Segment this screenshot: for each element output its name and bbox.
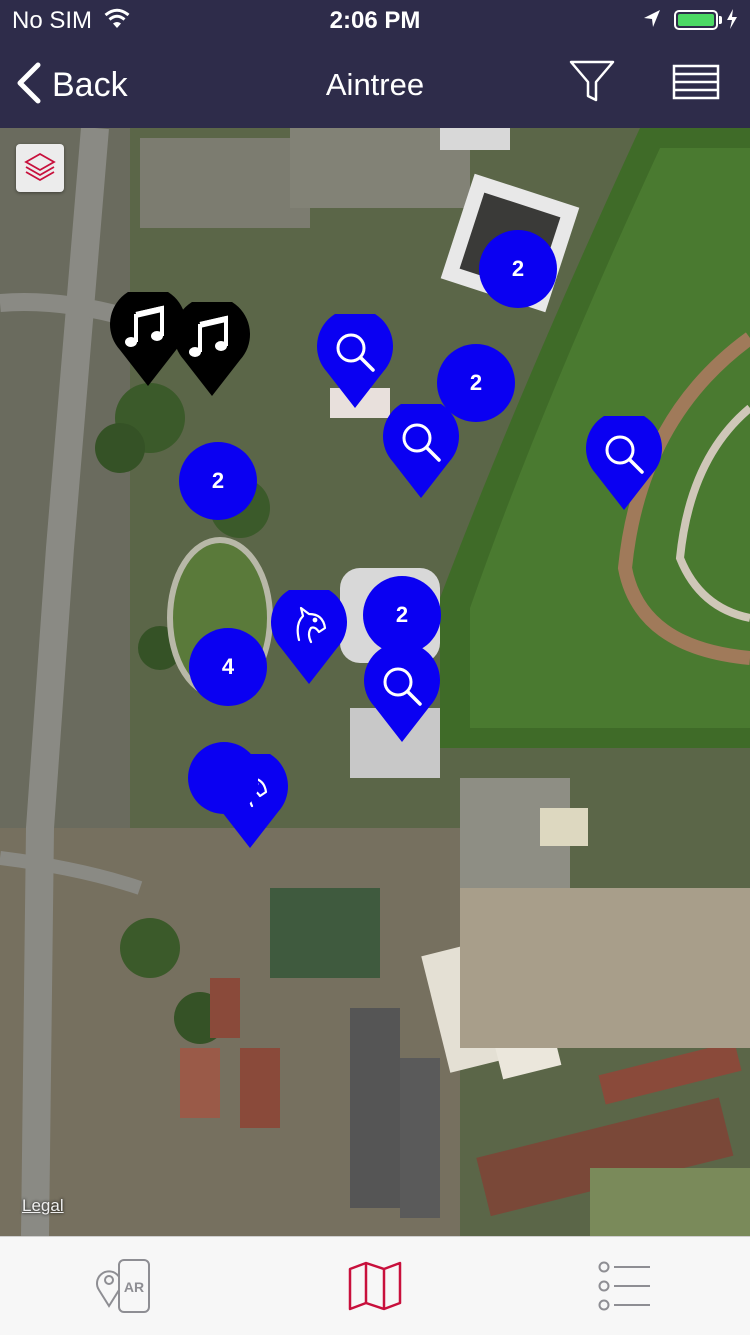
status-bar: No SIM 2:06 PM	[0, 0, 750, 40]
horse-marker-shadow[interactable]	[188, 740, 260, 820]
cluster-marker[interactable]: 2	[179, 442, 257, 520]
filter-button[interactable]	[568, 58, 616, 111]
map-icon	[348, 1261, 402, 1311]
filter-icon	[569, 60, 615, 102]
location-arrow-icon	[642, 8, 662, 37]
horse-marker[interactable]	[269, 584, 349, 690]
info-marker[interactable]	[315, 308, 395, 414]
tab-ar[interactable]: AR	[0, 1237, 250, 1335]
cluster-marker[interactable]: 4	[189, 628, 267, 706]
back-button[interactable]: Back	[14, 60, 128, 110]
layers-button[interactable]	[16, 144, 64, 192]
battery-tip	[719, 16, 722, 24]
navigation-bar: Back Aintree	[0, 40, 750, 128]
list-menu-button[interactable]	[672, 64, 720, 105]
music-marker[interactable]	[172, 296, 252, 402]
cluster-marker[interactable]: 2	[363, 576, 441, 654]
back-label: Back	[52, 65, 128, 104]
info-marker[interactable]	[584, 410, 664, 516]
map-view[interactable]: 2 2 2 2 4 Legal	[0, 128, 750, 1236]
legal-link[interactable]: Legal	[22, 1196, 64, 1216]
battery-icon	[674, 10, 718, 30]
ar-label: AR	[124, 1279, 144, 1295]
cluster-count: 2	[395, 602, 409, 627]
ar-location-icon: AR	[96, 1259, 150, 1313]
tab-map[interactable]	[250, 1237, 500, 1335]
cluster-count: 4	[221, 654, 235, 679]
layers-icon	[24, 152, 56, 182]
chevron-left-icon	[14, 61, 42, 110]
tab-list[interactable]	[500, 1237, 750, 1335]
cluster-marker[interactable]: 2	[479, 230, 557, 308]
list-icon	[598, 1261, 650, 1311]
list-menu-icon	[672, 64, 720, 100]
charging-bolt-icon	[726, 8, 738, 37]
info-marker[interactable]	[381, 398, 461, 504]
cluster-count: 2	[469, 370, 483, 395]
tab-bar: AR	[0, 1236, 750, 1335]
cluster-count: 2	[211, 468, 225, 493]
clock: 2:06 PM	[329, 7, 421, 34]
cluster-count: 2	[511, 256, 525, 281]
info-marker[interactable]	[362, 642, 442, 748]
